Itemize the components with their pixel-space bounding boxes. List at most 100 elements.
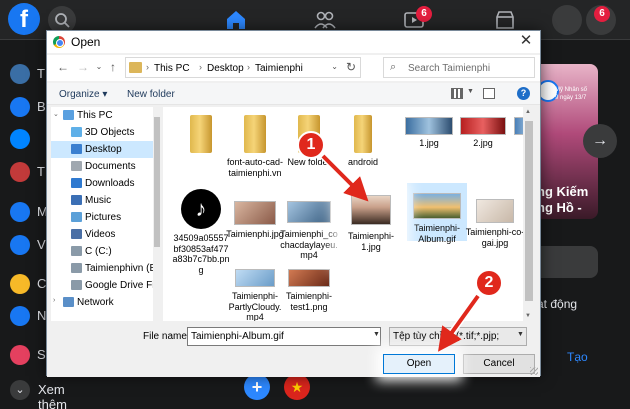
friends-icon[interactable] (313, 8, 337, 32)
file-item[interactable]: Taimienphi-co-gai.jpg (465, 187, 525, 248)
command-bar: Organize ▾ New folder ▼ ? (47, 83, 540, 105)
chevron-down-icon[interactable]: ▼ (517, 331, 524, 338)
video-thumbnail (235, 269, 275, 287)
help-icon[interactable]: ? (517, 87, 530, 100)
image-thumbnail (288, 269, 330, 287)
file-item[interactable]: Taimienphi-PartlyCloudy.mp4 (225, 267, 285, 321)
open-button[interactable]: Open (383, 354, 455, 374)
address-bar[interactable]: › This PC › Desktop › Taimienphi ⌄ ↻ (125, 57, 361, 78)
file-item[interactable]: 2.jpg (453, 109, 513, 149)
organize-menu[interactable]: Organize ▾ (59, 89, 107, 100)
events-sidebar-icon[interactable] (10, 345, 30, 365)
nav-scrollbar[interactable] (153, 107, 161, 321)
videos-icon (71, 229, 82, 239)
forward-arrow-icon[interactable]: → (75, 59, 91, 75)
activity-text: ạt động (537, 297, 578, 311)
see-more-link[interactable]: Xem thêm (38, 382, 67, 409)
new-folder-button[interactable]: New folder (127, 89, 175, 100)
file-item[interactable]: android (333, 109, 393, 185)
search-input[interactable]: ⌕ Search Taimienphi (383, 57, 535, 78)
file-item[interactable]: ♪ 34509a05557bf30853af477a83b7c7bb.png (171, 187, 231, 275)
dialog-footer: File name: Taimienphi-Album.gif ▼ Tệp tù… (47, 321, 540, 377)
preview-pane-icon[interactable] (483, 88, 495, 99)
nav-item-this-pc[interactable]: ⌄ This PC (51, 107, 161, 124)
scrollbar-thumb[interactable] (525, 121, 533, 301)
marketplace-sidebar-icon[interactable] (10, 202, 30, 222)
file-item-selected[interactable]: Taimienphi-Album.gif (407, 183, 467, 244)
marketplace-icon[interactable] (493, 8, 517, 32)
scroll-up-icon[interactable]: ▲ (525, 109, 531, 115)
file-type-select[interactable]: Tệp tùy chỉnh (*.tif;*.pjp; (389, 327, 527, 346)
file-item[interactable]: Taimienphi_cochacdaylayeu.mp4 (279, 187, 339, 260)
folder-icon (190, 115, 212, 153)
watch-badge: 6 (416, 6, 432, 22)
messenger-sidebar-icon[interactable] (10, 129, 30, 149)
nav-item-downloads[interactable]: Downloads (51, 175, 161, 192)
file-name-input[interactable]: Taimienphi-Album.gif (187, 327, 381, 346)
file-item-taimienphi-1[interactable]: Taimienphi-1.jpg (341, 187, 401, 263)
profile-avatar[interactable] (10, 64, 30, 84)
search-placeholder: Search Taimienphi (408, 63, 491, 74)
up-arrow-icon[interactable]: ↑ (105, 59, 121, 75)
drive-icon (71, 246, 82, 256)
computer-icon (63, 110, 74, 120)
chevron-down-icon[interactable]: ⌄ (10, 380, 30, 400)
sidebar-label-8: N (37, 308, 47, 323)
nav-item-3d-objects[interactable]: 3D Objects (51, 124, 161, 141)
star-avatar[interactable]: ★ (284, 374, 310, 400)
arrow-right-icon[interactable]: → (583, 124, 617, 158)
groups-sidebar-icon[interactable] (10, 306, 30, 326)
chevron-down-icon[interactable]: ⌄ (331, 62, 338, 71)
watch-sidebar-icon[interactable] (10, 235, 30, 255)
file-list-scrollbar[interactable]: ▲ ▼ (523, 107, 535, 321)
nav-item-documents[interactable]: Documents (51, 158, 161, 175)
open-file-dialog: Open ✕ ← → ⌄ ↑ › This PC › Desktop › Tai… (46, 30, 541, 377)
home-icon[interactable] (224, 8, 248, 32)
navigation-pane: ⌄ This PC 3D Objects Desktop Documents D… (51, 107, 161, 321)
file-item[interactable]: Taimienphi.jpg (225, 187, 285, 243)
drive-icon (71, 263, 82, 273)
breadcrumb-desktop[interactable]: Desktop (207, 63, 244, 74)
breadcrumb-this-pc[interactable]: This PC (154, 63, 190, 74)
messenger-icon[interactable] (552, 5, 582, 35)
nav-item-videos[interactable]: Videos (51, 226, 161, 243)
nav-item-music[interactable]: Music (51, 192, 161, 209)
file-item[interactable]: Taimienphi-test1.png (279, 267, 339, 312)
nav-item-e-drive[interactable]: Taimienphivn (E: (51, 260, 161, 277)
file-item[interactable]: font-auto-cad-taimienphi.vn (225, 109, 285, 185)
nav-item-pictures[interactable]: Pictures (51, 209, 161, 226)
file-item[interactable]: 1.jpg (399, 109, 459, 149)
scroll-down-icon[interactable]: ▼ (525, 313, 531, 319)
sidebar-label-2: B (37, 99, 46, 114)
nav-item-c-drive[interactable]: C (C:) (51, 243, 161, 260)
facebook-logo[interactable]: f (8, 3, 40, 35)
cancel-button[interactable]: Cancel (463, 354, 535, 374)
breadcrumb-taimienphi[interactable]: Taimienphi (255, 63, 303, 74)
nav-item-desktop[interactable]: Desktop (51, 141, 161, 158)
chevron-down-icon[interactable]: ▼ (373, 331, 380, 338)
plus-icon[interactable]: + (244, 374, 270, 400)
image-thumbnail (413, 193, 461, 219)
folder-icon (244, 115, 266, 153)
sidebar-label-1: T (37, 66, 45, 81)
memories-sidebar-icon[interactable] (10, 162, 30, 182)
chevron-down-icon[interactable]: ▼ (467, 88, 474, 95)
close-icon[interactable]: ✕ (518, 33, 534, 49)
sidebar-label-4: T (37, 164, 45, 179)
address-row: ← → ⌄ ↑ › This PC › Desktop › Taimienphi… (47, 55, 540, 81)
file-item[interactable] (171, 109, 231, 185)
create-post-box[interactable] (533, 246, 598, 278)
refresh-icon[interactable]: ↻ (346, 60, 356, 74)
view-options-icon[interactable] (451, 88, 463, 99)
nav-item-network[interactable]: › Network (51, 294, 161, 311)
image-thumbnail (460, 117, 506, 135)
scrollbar-thumb[interactable] (154, 117, 160, 247)
create-link[interactable]: Tạo (567, 350, 588, 364)
back-arrow-icon[interactable]: ← (55, 59, 71, 75)
facebook-sidebar: T B T M V C N S ⌄ Xem thêm (0, 40, 67, 409)
favorites-sidebar-icon[interactable] (10, 274, 30, 294)
nav-item-google-drive[interactable]: Google Drive File (51, 277, 161, 294)
image-thumbnail (351, 195, 391, 225)
friends-sidebar-icon[interactable] (10, 97, 30, 117)
resize-grip-icon[interactable] (530, 367, 538, 375)
